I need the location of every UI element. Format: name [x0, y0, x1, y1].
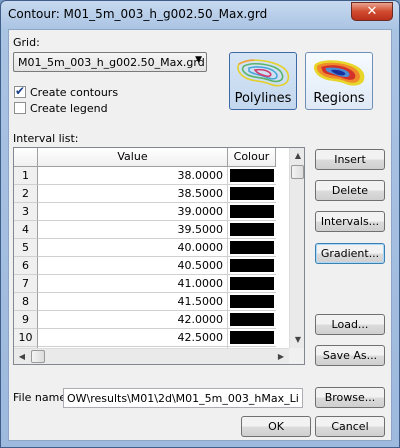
colour-cell[interactable]: [228, 221, 276, 239]
value-cell[interactable]: 41.0000: [38, 275, 228, 293]
load-button[interactable]: Load...: [315, 314, 385, 335]
chevron-down-icon: ▼: [195, 55, 202, 65]
value-cell[interactable]: 42.0000: [38, 311, 228, 329]
table-row[interactable]: 2 38.5000: [14, 185, 276, 203]
browse-button[interactable]: Browse...: [315, 387, 385, 408]
dialog-client-area: Grid: M01_5m_003_h_g002.50_Max.grd ▼ ✔ C…: [8, 29, 392, 441]
create-contours-label[interactable]: Create contours: [30, 86, 118, 99]
colour-swatch: [230, 205, 274, 218]
colour-cell[interactable]: [228, 329, 276, 347]
row-number[interactable]: 1: [14, 167, 38, 185]
scrollbar-corner: [289, 348, 304, 364]
colour-swatch: [230, 187, 274, 200]
insert-button[interactable]: Insert: [315, 149, 385, 170]
table-row[interactable]: 1 38.0000: [14, 167, 276, 185]
value-cell[interactable]: 40.0000: [38, 239, 228, 257]
row-number[interactable]: 7: [14, 275, 38, 293]
table-row[interactable]: 3 39.0000: [14, 203, 276, 221]
grid-corner-header: [14, 148, 38, 167]
polylines-contour-icon: [237, 59, 290, 87]
scroll-up-icon[interactable]: ▲: [290, 148, 304, 164]
colour-cell[interactable]: [228, 167, 276, 185]
cancel-button[interactable]: Cancel: [315, 416, 385, 437]
colour-swatch: [230, 313, 274, 326]
row-number[interactable]: 3: [14, 203, 38, 221]
colour-swatch: [230, 331, 274, 344]
scroll-down-icon[interactable]: ▼: [290, 332, 304, 348]
vertical-scrollbar[interactable]: ▲ ▼: [289, 148, 304, 348]
create-legend-label[interactable]: Create legend: [30, 102, 108, 115]
window-title: Contour: M01_5m_003_h_g002.50_Max.grd: [8, 7, 268, 21]
ok-button[interactable]: OK: [241, 416, 311, 437]
polylines-button[interactable]: Polylines: [229, 52, 297, 110]
row-number[interactable]: 10: [14, 329, 38, 347]
colour-cell[interactable]: [228, 257, 276, 275]
regions-contour-icon: [313, 60, 365, 86]
file-name-label: File name:: [13, 391, 70, 404]
row-number[interactable]: 4: [14, 221, 38, 239]
create-contours-checkbox[interactable]: ✔: [14, 84, 26, 98]
scroll-left-icon[interactable]: ◀: [14, 349, 30, 364]
file-name-field[interactable]: [63, 388, 303, 408]
regions-button-label: Regions: [313, 91, 365, 106]
value-cell[interactable]: 39.5000: [38, 221, 228, 239]
horizontal-scroll-thumb[interactable]: [31, 350, 45, 363]
colour-swatch: [230, 223, 274, 236]
row-number[interactable]: 9: [14, 311, 38, 329]
value-cell[interactable]: 41.5000: [38, 293, 228, 311]
grid-dropdown[interactable]: M01_5m_003_h_g002.50_Max.grd ▼: [13, 52, 207, 72]
colour-swatch: [230, 241, 274, 254]
colour-cell[interactable]: [228, 311, 276, 329]
column-header-colour[interactable]: Colour: [228, 148, 276, 167]
colour-swatch: [230, 259, 274, 272]
value-cell[interactable]: 38.0000: [38, 167, 228, 185]
regions-button[interactable]: Regions: [305, 52, 373, 110]
table-row[interactable]: 6 40.5000: [14, 257, 276, 275]
colour-swatch: [230, 277, 274, 290]
table-row[interactable]: 9 42.0000: [14, 311, 276, 329]
table-row[interactable]: 8 41.5000: [14, 293, 276, 311]
value-cell[interactable]: 39.0000: [38, 203, 228, 221]
colour-swatch: [230, 295, 274, 308]
row-number[interactable]: 5: [14, 239, 38, 257]
vertical-scroll-thumb[interactable]: [291, 165, 304, 179]
value-cell[interactable]: 40.5000: [38, 257, 228, 275]
table-row[interactable]: 5 40.0000: [14, 239, 276, 257]
grid-label: Grid:: [13, 36, 40, 49]
value-cell[interactable]: 42.5000: [38, 329, 228, 347]
interval-grid[interactable]: Value Colour 1 38.0000 2 38.5000 3 39.0000 4 39…: [13, 147, 305, 365]
colour-cell[interactable]: [228, 185, 276, 203]
colour-cell[interactable]: [228, 293, 276, 311]
row-number[interactable]: 2: [14, 185, 38, 203]
close-button[interactable]: ✕: [351, 2, 393, 21]
delete-button[interactable]: Delete: [315, 180, 385, 201]
row-number[interactable]: 6: [14, 257, 38, 275]
intervals-button[interactable]: Intervals...: [315, 211, 385, 232]
file-name-input[interactable]: [64, 389, 302, 407]
gradient-button[interactable]: Gradient...: [315, 243, 385, 264]
grid-dropdown-value: M01_5m_003_h_g002.50_Max.grd: [18, 56, 205, 69]
create-legend-checkbox[interactable]: [14, 102, 26, 114]
interval-list-label: Interval list:: [13, 132, 79, 145]
scroll-right-icon[interactable]: ▶: [273, 349, 289, 364]
colour-cell[interactable]: [228, 239, 276, 257]
colour-cell[interactable]: [228, 203, 276, 221]
checkmark-icon: ✔: [15, 84, 26, 98]
table-row[interactable]: 4 39.5000: [14, 221, 276, 239]
value-cell[interactable]: 38.5000: [38, 185, 228, 203]
save-as-button[interactable]: Save As...: [315, 345, 385, 366]
row-number[interactable]: 8: [14, 293, 38, 311]
colour-swatch: [230, 169, 274, 182]
polylines-button-label: Polylines: [234, 91, 292, 106]
column-header-value[interactable]: Value: [38, 148, 228, 167]
colour-cell[interactable]: [228, 275, 276, 293]
horizontal-scrollbar[interactable]: ◀ ▶: [14, 348, 289, 364]
table-row[interactable]: 7 41.0000: [14, 275, 276, 293]
title-bar[interactable]: Contour: M01_5m_003_h_g002.50_Max.grd ✕: [1, 1, 399, 29]
contour-dialog: Contour: M01_5m_003_h_g002.50_Max.grd ✕ …: [0, 0, 400, 448]
table-row[interactable]: 10 42.5000: [14, 329, 276, 347]
